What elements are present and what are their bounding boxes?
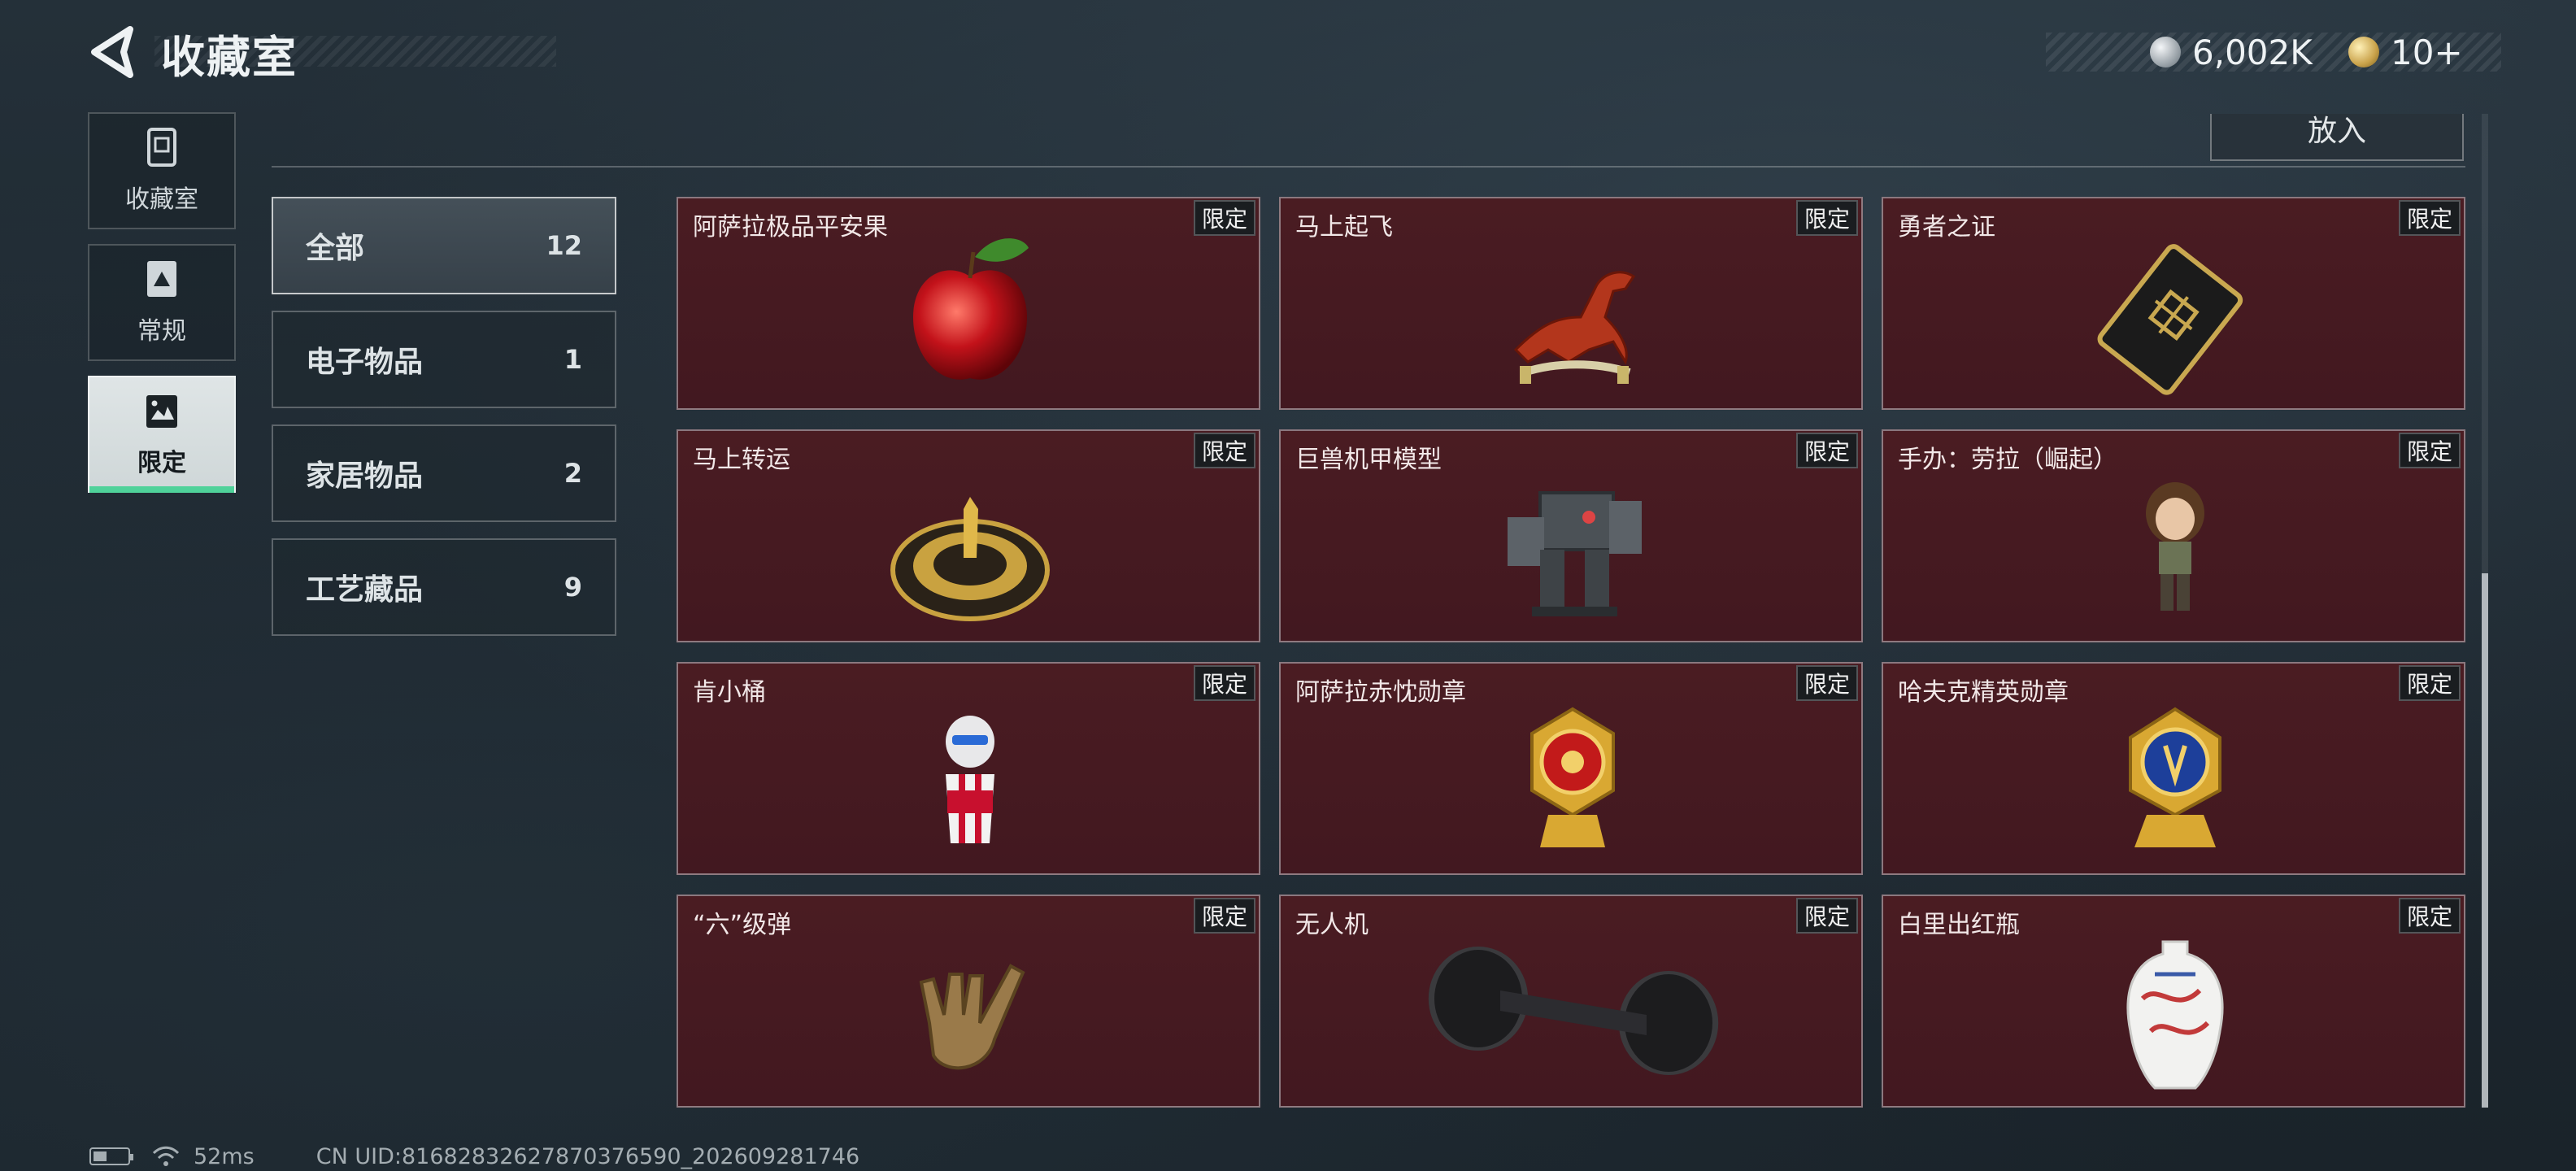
wifi-icon	[152, 1146, 180, 1166]
item-name: 马上起飞	[1295, 213, 1393, 242]
apple-icon	[913, 238, 1029, 380]
limited-badge: 限定	[1796, 433, 1858, 468]
limited-badge: 限定	[1194, 200, 1255, 236]
item-name: 手办：劳拉（崛起）	[1898, 446, 2117, 474]
category-label: 工艺藏品	[306, 573, 424, 607]
sidebar-tab-regular[interactable]: 常规	[88, 244, 236, 361]
category-count: 9	[564, 572, 582, 603]
category-label: 电子物品	[306, 346, 424, 379]
scrollbar-thumb[interactable]	[2482, 573, 2488, 1108]
limited-badge: 限定	[1796, 200, 1858, 236]
sidebar-tab-label: 收藏室	[125, 185, 198, 214]
top-bar: 收藏室 6,002K 10+	[0, 0, 2576, 114]
limited-badge: 限定	[2399, 665, 2461, 701]
category-crafts[interactable]: 工艺藏品 9	[272, 538, 616, 636]
ping-value: 52ms	[194, 1143, 255, 1169]
item-card[interactable]: 肯小桶 限定	[677, 662, 1260, 875]
category-count: 2	[564, 458, 582, 489]
limited-badge: 限定	[1796, 898, 1858, 934]
compass-icon	[890, 497, 1050, 621]
item-grid: 阿萨拉极品平安果 限定 马上起飞 限定 勇者之证 限定 马上转运 限定 巨兽机甲…	[677, 197, 2465, 1108]
item-name: 勇者之证	[1898, 213, 1995, 242]
item-name: 马上转运	[693, 446, 790, 474]
back-arrow-icon[interactable]	[88, 24, 137, 80]
uid-text: CN UID:8168283262787037659​0_20260928174…	[315, 1143, 860, 1169]
category-all[interactable]: 全部 12	[272, 197, 616, 294]
bucket-figure-icon	[946, 716, 994, 843]
item-card[interactable]: 白里出红瓶 限定	[1882, 895, 2465, 1108]
category-home[interactable]: 家居物品 2	[272, 424, 616, 522]
collection-icon	[147, 128, 176, 167]
item-card[interactable]: 巨兽机甲模型 限定	[1279, 429, 1863, 642]
item-card[interactable]: 勇者之证 限定	[1882, 197, 2465, 410]
divider	[272, 166, 2465, 168]
drone-icon	[1428, 947, 1719, 1075]
limited-badge: 限定	[2399, 898, 2461, 934]
item-name: “六”级弹	[693, 911, 792, 939]
item-card[interactable]: 阿萨拉赤忱勋章 限定	[1279, 662, 1863, 875]
item-card[interactable]: “六”级弹 限定	[677, 895, 1260, 1108]
limited-badge: 限定	[2399, 433, 2461, 468]
category-count: 1	[564, 344, 582, 375]
blue-medal-icon	[2129, 707, 2221, 847]
category-electronics[interactable]: 电子物品 1	[272, 311, 616, 408]
limited-badge: 限定	[1194, 898, 1255, 934]
item-card[interactable]: 马上转运 限定	[677, 429, 1260, 642]
hand-sign-icon	[919, 964, 1025, 1070]
item-name: 哈夫克精英勋章	[1898, 678, 2069, 707]
silver-currency-value: 6,002K	[2192, 32, 2313, 72]
card-icon	[2097, 244, 2243, 395]
page-title: 收藏室	[161, 32, 298, 83]
horse-icon	[1513, 271, 1636, 384]
item-card[interactable]: 阿萨拉极品平安果 限定	[677, 197, 1260, 410]
sidebar-tab-collection[interactable]: 收藏室	[88, 112, 236, 229]
item-name: 巨兽机甲模型	[1295, 446, 1442, 474]
item-name: 肯小桶	[693, 678, 766, 707]
limited-badge: 限定	[2399, 200, 2461, 236]
item-card[interactable]: 马上起飞 限定	[1279, 197, 1863, 410]
category-label: 家居物品	[306, 459, 424, 493]
gold-coin-icon	[2348, 37, 2379, 67]
limited-badge: 限定	[1796, 665, 1858, 701]
currency-bar: 6,002K 10+	[2046, 33, 2501, 72]
item-name: 无人机	[1295, 911, 1368, 939]
silver-currency: 6,002K	[2150, 33, 2313, 72]
vase-icon	[2126, 940, 2224, 1090]
put-in-label: 放入	[2307, 115, 2366, 148]
limited-icon	[146, 395, 177, 428]
gold-currency[interactable]: 10+	[2348, 33, 2463, 72]
item-card[interactable]: 哈夫克精英勋章 限定	[1882, 662, 2465, 875]
limited-badge: 限定	[1194, 665, 1255, 701]
mech-icon	[1508, 491, 1642, 616]
item-name: 阿萨拉极品平安果	[693, 213, 888, 242]
item-card[interactable]: 手办：劳拉（崛起） 限定	[1882, 429, 2465, 642]
category-label: 全部	[306, 232, 365, 265]
item-name: 阿萨拉赤忱勋章	[1295, 678, 1466, 707]
regular-icon	[147, 261, 176, 297]
red-medal-icon	[1530, 707, 1615, 847]
sidebar-tab-limited[interactable]: 限定	[88, 376, 236, 493]
figure-icon	[2146, 482, 2204, 611]
sidebar-tab-label: 限定	[137, 449, 186, 477]
sidebar-tab-label: 常规	[137, 317, 186, 346]
silver-coin-icon	[2150, 37, 2181, 67]
item-card[interactable]: 无人机 限定	[1279, 895, 1863, 1108]
category-count: 12	[546, 230, 582, 261]
gold-currency-value: 10+	[2391, 32, 2463, 72]
put-in-button[interactable]: 放入	[2210, 114, 2464, 161]
status-bar: 52ms CN UID:8168283262787037659​0_202609…	[89, 1142, 859, 1171]
battery-icon	[89, 1147, 133, 1165]
item-name: 白里出红瓶	[1898, 911, 2020, 939]
limited-badge: 限定	[1194, 433, 1255, 468]
